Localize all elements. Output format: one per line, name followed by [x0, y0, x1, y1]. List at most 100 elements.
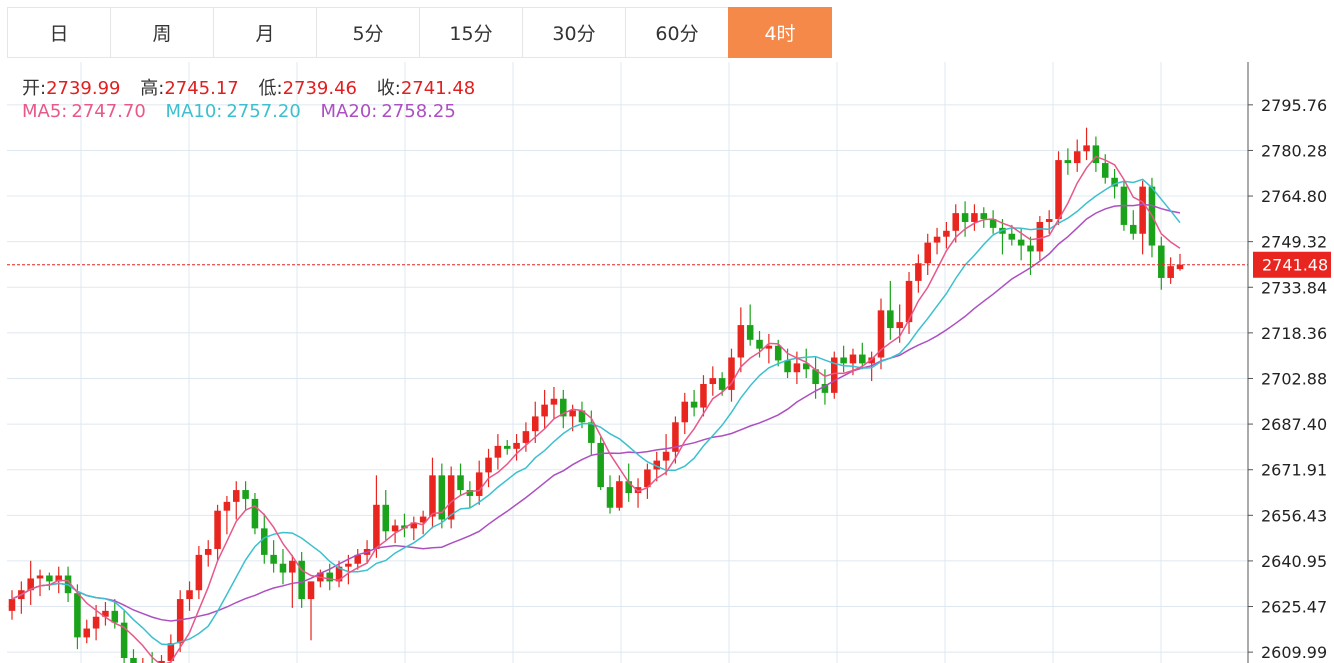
- candle-body-123: [1158, 245, 1165, 278]
- candle-body-90: [849, 354, 857, 364]
- candle-body-101: [952, 213, 960, 231]
- y-tick-label-7: 2687.40: [1261, 415, 1327, 434]
- candle-body-75: [709, 378, 717, 385]
- candle-body-78: [737, 325, 745, 358]
- candle-body-54: [513, 442, 520, 449]
- last-price-label: 2741.48: [1262, 256, 1328, 275]
- candle-body-117: [1101, 163, 1109, 178]
- candle-body-21: [204, 548, 212, 555]
- candle-body-95: [896, 322, 903, 329]
- high-value: 2745.17: [164, 78, 239, 99]
- y-tick-label-6: 2702.88: [1261, 369, 1327, 388]
- candle-body-27: [261, 528, 268, 555]
- low-label: 低:: [258, 78, 283, 99]
- ma-readout: MA5: 2747.70 MA10: 2757.20 MA20: 2758.25: [22, 101, 470, 122]
- low-value: 2739.46: [282, 78, 358, 99]
- candle-body-74: [700, 384, 707, 408]
- ohlc-readout: 开:2739.99 高:2745.17 低:2739.46 收:2741.48: [22, 74, 489, 100]
- y-tick-label-8: 2671.91: [1261, 461, 1327, 480]
- candle-body-63: [597, 442, 604, 488]
- candle-body-112: [1055, 160, 1062, 220]
- candle-body-28: [270, 554, 277, 564]
- ma20-line: [11, 203, 1181, 622]
- candle-body-39: [373, 504, 380, 549]
- candle-body-26: [251, 498, 259, 529]
- candle-body-9: [92, 616, 100, 629]
- candle-body-120: [1130, 224, 1137, 234]
- candle-body-8: [83, 628, 91, 638]
- candle-body-56: [531, 416, 539, 432]
- candle-body-99: [933, 236, 941, 243]
- candle-body-72: [681, 401, 689, 423]
- y-tick-label-0: 2795.76: [1261, 96, 1327, 115]
- y-tick-label-4: 2733.84: [1261, 278, 1327, 297]
- candle-body-94: [887, 310, 894, 329]
- candle-body-125: [1176, 264, 1184, 270]
- candle-body-22: [214, 510, 221, 549]
- candle-body-29: [279, 563, 287, 573]
- candle-body-100: [943, 230, 950, 237]
- candle-body-41: [391, 525, 399, 532]
- candle-body-18: [176, 599, 184, 644]
- candle-body-36: [345, 563, 352, 567]
- close-label: 收:: [376, 78, 401, 99]
- candle-body-91: [859, 354, 866, 364]
- candle-body-40: [382, 504, 390, 532]
- candle-body-64: [606, 487, 614, 508]
- y-tick-label-9: 2656.43: [1261, 506, 1327, 525]
- candle-body-121: [1139, 186, 1146, 234]
- ma5-label: MA5:: [22, 101, 68, 122]
- candle-body-98: [924, 242, 931, 264]
- candle-body-7: [74, 593, 81, 638]
- open-label: 开:: [22, 78, 47, 99]
- ma10-line: [11, 178, 1181, 646]
- candle-body-76: [718, 378, 726, 390]
- candle-body-111: [1045, 219, 1053, 222]
- close-value: 2741.48: [400, 78, 476, 99]
- candle-body-70: [662, 451, 670, 461]
- y-tick-label-10: 2640.95: [1261, 552, 1327, 571]
- y-tick-label-3: 2749.32: [1261, 233, 1327, 252]
- candle-body-60: [569, 410, 576, 417]
- candle-body-113: [1064, 160, 1072, 164]
- candle-body-13: [130, 657, 137, 663]
- candle-body-51: [485, 457, 492, 473]
- candle-body-103: [971, 213, 978, 222]
- candle-body-97: [915, 263, 922, 281]
- candle-body-104: [980, 213, 988, 220]
- ma10-value: 2757.20: [226, 101, 301, 122]
- candle-body-20: [195, 554, 203, 591]
- candle-body-82: [774, 345, 782, 361]
- candle-body-84: [793, 363, 801, 373]
- candle-body-62: [588, 422, 595, 443]
- open-value: 2739.99: [46, 78, 121, 99]
- candle-body-55: [522, 431, 530, 443]
- candle-body-109: [1027, 245, 1034, 252]
- ma20-value: 2758.25: [381, 101, 456, 122]
- candle-body-107: [1008, 233, 1016, 240]
- candle-body-79: [746, 325, 754, 340]
- candle-body-24: [232, 490, 240, 502]
- candle-body-114: [1073, 151, 1081, 164]
- candle-body-23: [223, 501, 231, 511]
- y-tick-label-11: 2625.47: [1261, 598, 1327, 617]
- candle-body-108: [1017, 239, 1025, 246]
- candle-body-89: [840, 357, 847, 364]
- candle-body-19: [186, 590, 193, 600]
- candle-body-25: [242, 490, 249, 499]
- candle-body-50: [475, 472, 483, 496]
- ma10-label: MA10:: [165, 101, 223, 122]
- candle-body-102: [961, 213, 969, 222]
- candle-body-52: [494, 445, 502, 458]
- high-label: 高:: [140, 78, 165, 99]
- candle-body-53: [503, 445, 511, 449]
- candle-body-58: [550, 398, 558, 405]
- candle-body-83: [784, 360, 791, 373]
- y-tick-label-12: 2609.99: [1261, 643, 1327, 662]
- candle-body-34: [326, 572, 333, 582]
- candle-body-30: [289, 560, 296, 573]
- candle-body-57: [541, 404, 548, 417]
- candle-body-32: [307, 581, 315, 600]
- candle-body-80: [756, 339, 763, 349]
- candle-body-4: [46, 575, 53, 582]
